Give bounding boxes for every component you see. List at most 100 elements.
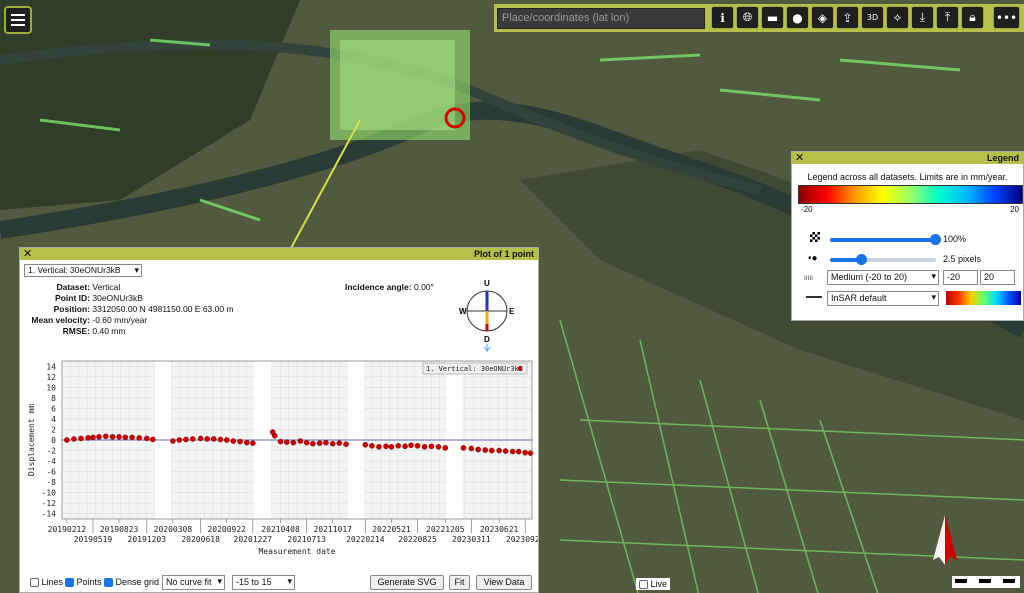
data-point xyxy=(78,435,84,442)
data-point xyxy=(343,441,349,448)
incidence-info: Incidence angle: 0.00° xyxy=(345,282,434,293)
fit-button[interactable]: Fit xyxy=(449,575,470,590)
x-tick-label: 20220825 xyxy=(398,535,437,544)
x-tick-label: 20220214 xyxy=(346,535,385,544)
range-select[interactable]: Medium (-20 to 20) xyxy=(827,270,939,285)
velocity-label: Mean velocity: xyxy=(31,315,90,325)
direction-compass-icon: U W E D xyxy=(459,279,515,352)
x-tick-label: 20200618 xyxy=(181,535,220,544)
upload-button[interactable]: ⤒ xyxy=(936,6,959,29)
3d-icon: 3D xyxy=(866,13,879,22)
dense-grid-checkbox[interactable]: Dense grid xyxy=(104,577,159,588)
data-point xyxy=(64,437,70,443)
opacity-value: 100% xyxy=(943,234,967,244)
range-max-input[interactable]: 20 xyxy=(980,270,1015,285)
data-point xyxy=(85,435,91,441)
plot-close-icon[interactable]: ✕ xyxy=(23,247,32,260)
globe-button[interactable]: 🌐︎ xyxy=(736,6,759,29)
lock-icon: 🔒︎ xyxy=(969,10,976,24)
legend-title: Legend xyxy=(986,153,1019,163)
layers-button[interactable]: ● xyxy=(786,6,809,29)
x-tick-label: 20211017 xyxy=(313,525,352,534)
data-point xyxy=(488,447,495,454)
data-point xyxy=(197,435,204,442)
3d-button[interactable]: 3D xyxy=(861,6,884,29)
upload-icon: ⤒ xyxy=(944,10,951,24)
data-point xyxy=(144,435,150,442)
x-axis-label: Measurement date xyxy=(258,547,335,556)
network-icon: ⟡ xyxy=(893,10,902,24)
data-point xyxy=(204,436,210,442)
more-button[interactable]: ••• xyxy=(993,6,1020,29)
opacity-slider[interactable] xyxy=(830,234,941,245)
point-id-value: 30eONUr3kB xyxy=(92,293,143,303)
range-min-input[interactable]: -20 xyxy=(943,270,978,285)
download-button[interactable]: ⤓ xyxy=(911,6,934,29)
live-checkbox-box[interactable] xyxy=(639,580,648,590)
layers-icon: ● xyxy=(792,10,803,25)
lines-checkbox-box[interactable] xyxy=(30,578,39,588)
y-tick-label: 14 xyxy=(46,362,56,371)
legend-close-icon[interactable]: ✕ xyxy=(795,151,804,164)
live-checkbox[interactable]: Live xyxy=(636,578,671,591)
data-point xyxy=(183,436,189,443)
data-point xyxy=(290,439,297,446)
data-point xyxy=(388,444,395,450)
dataset-select[interactable]: 1. Vertical: 30eONUr3kB xyxy=(24,264,142,277)
y-range-select[interactable]: -15 to 15 xyxy=(232,575,295,590)
x-tick-label: 20190519 xyxy=(74,535,113,544)
share-button[interactable]: ⇪ xyxy=(836,6,859,29)
x-tick-label: 20221205 xyxy=(426,525,465,534)
palette-icon xyxy=(806,296,822,298)
chart-legend-label: 1. Vertical: 30eONUr3kB xyxy=(426,365,523,373)
data-point xyxy=(116,434,122,440)
y-tick-label: -8 xyxy=(46,478,56,487)
point-size-icon: •● xyxy=(808,253,818,264)
compass-button[interactable]: ◈ xyxy=(811,6,834,29)
menu-icon xyxy=(11,14,25,16)
legend-min-label: -20 xyxy=(801,205,813,214)
incidence-label: Incidence angle: xyxy=(345,282,412,292)
data-point xyxy=(250,440,256,446)
lines-checkbox[interactable]: Lines xyxy=(30,577,63,588)
data-point xyxy=(395,442,402,449)
network-button[interactable]: ⟡ xyxy=(886,6,909,29)
plot-title: Plot of 1 point xyxy=(474,249,534,259)
compass-down-label: D xyxy=(484,335,490,344)
y-tick-label: -6 xyxy=(46,468,56,477)
dense-grid-checkbox-box[interactable] xyxy=(104,578,113,588)
lock-button[interactable]: 🔒︎ xyxy=(961,6,984,29)
palette-select[interactable]: InSAR default xyxy=(827,291,939,306)
data-point xyxy=(442,445,449,451)
scale-bar xyxy=(952,576,1020,588)
rmse-value: 0.40 mm xyxy=(92,326,126,336)
data-point xyxy=(522,449,529,456)
view-data-button[interactable]: View Data xyxy=(476,575,532,590)
data-point xyxy=(482,447,489,453)
generate-svg-button[interactable]: Generate SVG xyxy=(370,575,444,590)
point-size-slider[interactable] xyxy=(830,254,936,265)
data-point xyxy=(149,436,156,443)
points-checkbox-label: Points xyxy=(76,577,102,587)
points-checkbox[interactable]: Points xyxy=(65,577,102,588)
search-input[interactable]: Place/coordinates (lat lon) xyxy=(497,8,705,29)
y-tick-label: 6 xyxy=(51,404,56,413)
legend-colorbar xyxy=(798,185,1023,204)
menu-button[interactable] xyxy=(4,6,32,34)
data-point xyxy=(109,434,116,440)
download-icon: ⤓ xyxy=(919,10,926,24)
points-checkbox-box[interactable] xyxy=(65,578,74,588)
data-point xyxy=(376,444,382,450)
info-icon: ℹ xyxy=(720,10,725,25)
y-tick-label: 8 xyxy=(51,394,56,403)
displacement-chart[interactable]: 14121086420-2-4-6-8-10-12-14 20190212 201… xyxy=(20,356,538,571)
info-button[interactable]: ℹ xyxy=(711,6,734,29)
curve-fit-select[interactable]: No curve fit xyxy=(162,575,225,590)
ruler-button[interactable]: ▬ xyxy=(761,6,784,29)
data-point xyxy=(237,438,243,445)
data-point xyxy=(102,433,109,440)
y-tick-label: 10 xyxy=(46,383,56,392)
data-point xyxy=(496,447,502,454)
data-point xyxy=(336,440,343,446)
data-point xyxy=(502,448,509,454)
